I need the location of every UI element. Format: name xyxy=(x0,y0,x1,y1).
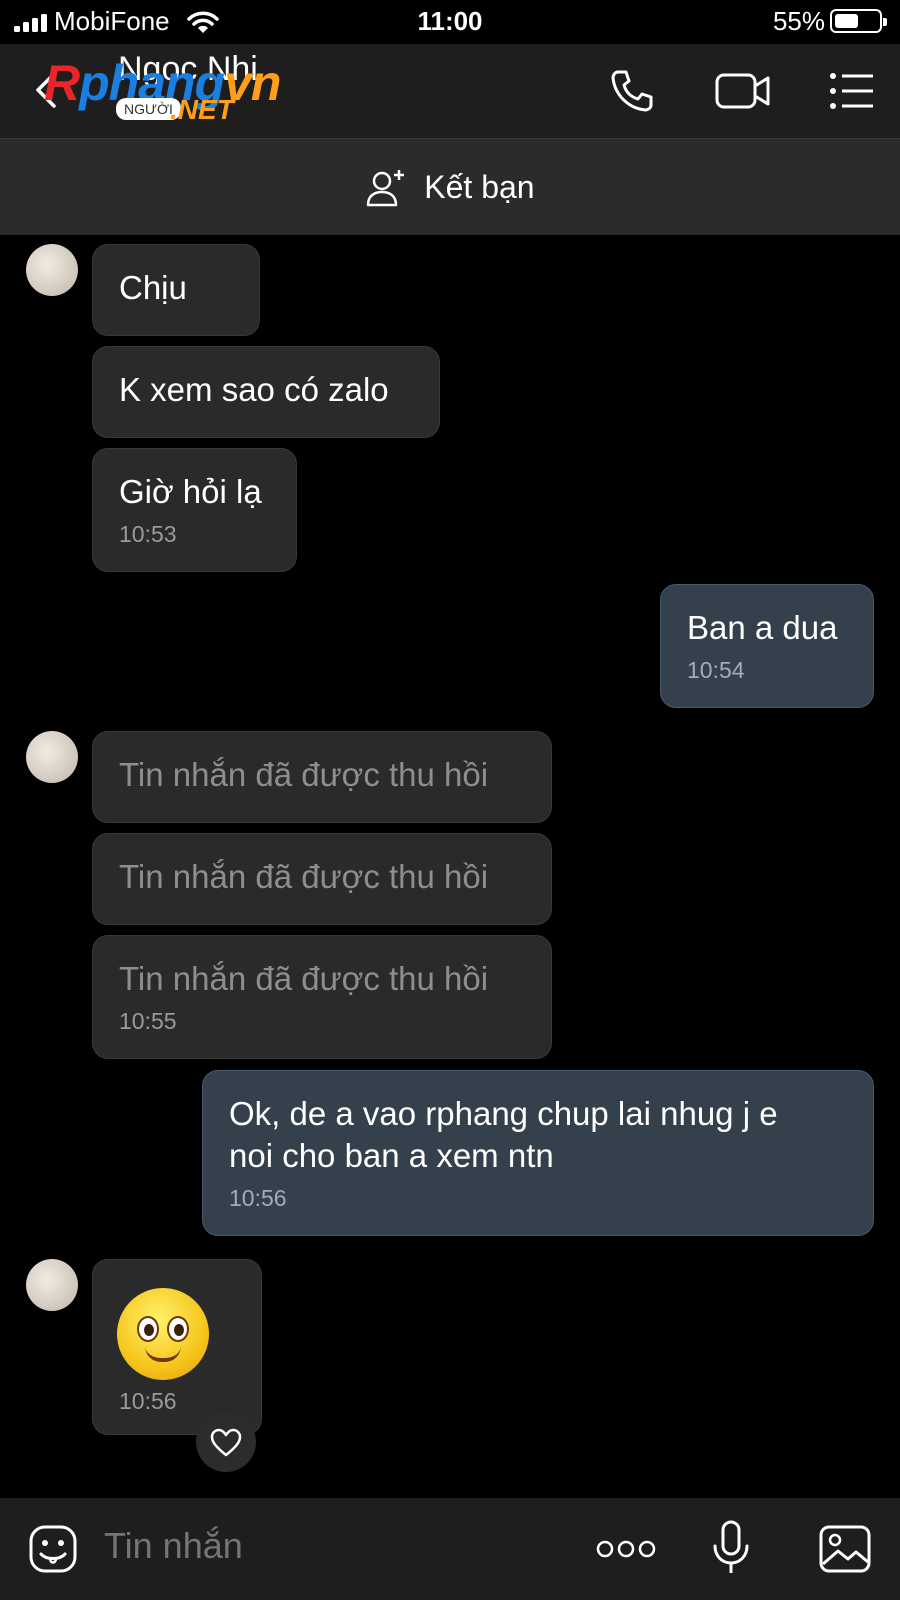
message-bubble[interactable]: Giờ hỏi lạ 10:53 xyxy=(92,448,297,572)
message-time: 10:56 xyxy=(119,1388,177,1414)
heart-icon xyxy=(210,1428,242,1457)
add-friend-label: Kết bạn xyxy=(424,169,535,206)
composer-bar xyxy=(0,1498,900,1600)
message-text: Ban a dua xyxy=(687,609,838,646)
message-text: K xem sao có zalo xyxy=(119,371,389,408)
chat-header: Ngoc Nhi Rphangvn NGƯỜI .NET xyxy=(0,44,900,138)
message-time: 10:56 xyxy=(229,1185,287,1211)
recalled-message[interactable]: Tin nhắn đã được thu hồi xyxy=(92,731,552,823)
message-bubble[interactable]: Chịu xyxy=(92,244,260,336)
contact-avatar[interactable] xyxy=(26,731,78,783)
message-text: Ok, de a vao rphang chup lai nhug j e no… xyxy=(229,1095,778,1174)
message-bubble[interactable]: Ok, de a vao rphang chup lai nhug j e no… xyxy=(202,1070,874,1236)
message-text: Chịu xyxy=(119,269,187,306)
message-bubble[interactable]: Ban a dua 10:54 xyxy=(660,584,874,708)
status-bar: MobiFone 11:00 55% xyxy=(0,0,900,44)
add-friend-button[interactable]: Kết bạn xyxy=(0,167,900,208)
add-friend-icon xyxy=(367,169,405,206)
contact-avatar[interactable] xyxy=(26,1259,78,1311)
image-icon[interactable] xyxy=(818,1524,872,1574)
react-heart-button[interactable] xyxy=(196,1412,256,1472)
contact-avatar[interactable] xyxy=(26,244,78,296)
message-time: 10:55 xyxy=(119,1008,177,1034)
phone-icon[interactable] xyxy=(608,68,656,114)
battery-percentage: 55% xyxy=(772,6,825,36)
emoji-message[interactable]: 10:56 xyxy=(92,1259,262,1435)
message-text: Giờ hỏi lạ xyxy=(119,473,262,510)
video-camera-icon[interactable] xyxy=(714,68,772,114)
list-menu-icon[interactable] xyxy=(828,68,876,114)
clock: 11:00 xyxy=(417,6,483,36)
message-time: 10:54 xyxy=(687,657,745,683)
message-text: Tin nhắn đã được thu hồi xyxy=(119,960,489,997)
message-time: 10:53 xyxy=(119,521,177,547)
battery-icon xyxy=(830,9,887,33)
recalled-message[interactable]: Tin nhắn đã được thu hồi xyxy=(92,833,552,925)
microphone-icon[interactable] xyxy=(712,1520,750,1576)
watermark-logo: Rphangvn NGƯỜI .NET xyxy=(44,55,281,125)
recalled-message[interactable]: Tin nhắn đã được thu hồi 10:55 xyxy=(92,935,552,1059)
more-dots-icon[interactable] xyxy=(596,1538,656,1560)
sticker-icon[interactable] xyxy=(28,1524,78,1574)
add-friend-bar: Kết bạn xyxy=(0,138,900,235)
message-bubble[interactable]: K xem sao có zalo xyxy=(92,346,440,438)
message-input[interactable] xyxy=(102,1524,571,1568)
smiling-face-emoji xyxy=(117,1288,209,1380)
message-text: Tin nhắn đã được thu hồi xyxy=(119,756,489,793)
message-text: Tin nhắn đã được thu hồi xyxy=(119,858,489,895)
